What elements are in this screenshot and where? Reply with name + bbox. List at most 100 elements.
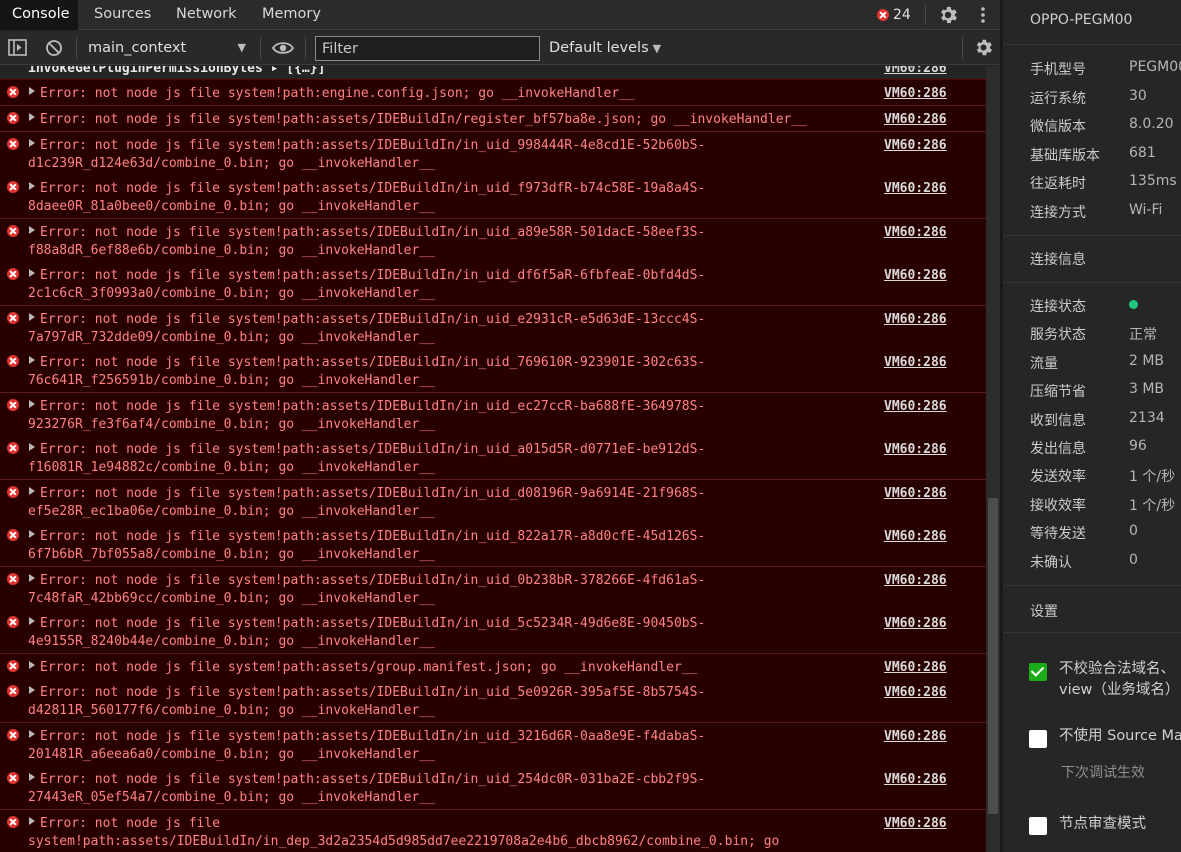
- error-message-line: Error: not node js file: [40, 816, 221, 831]
- error-message-line: 201481R_a6eea6a0/combine_0.bin; go __inv…: [28, 747, 435, 762]
- info-key: 运行系统: [1030, 90, 1086, 107]
- divider: [1003, 282, 1181, 283]
- console-pane: Console Sources Network Memory 24 main_c…: [0, 0, 1000, 852]
- error-message: Error: not node js file system!path:asse…: [0, 224, 880, 260]
- console-settings-gear-icon[interactable]: [973, 37, 994, 58]
- clear-console-icon[interactable]: [45, 39, 63, 57]
- source-link[interactable]: VM60:286: [884, 441, 947, 459]
- source-link[interactable]: VM60:286: [884, 728, 947, 746]
- source-link[interactable]: VM60:286: [884, 659, 947, 677]
- error-row: Error: not node js file system!path:asse…: [0, 132, 986, 176]
- source-link[interactable]: VM60:286: [884, 354, 947, 372]
- source-link[interactable]: VM60:286: [884, 771, 947, 789]
- source-link[interactable]: VM60:286: [884, 684, 947, 702]
- error-row: Error: not node js file system!path:asse…: [0, 723, 986, 767]
- source-link[interactable]: VM60:286: [884, 572, 947, 590]
- node-inspect-label: 节点审查模式: [1059, 816, 1146, 832]
- caret-down-icon: ▼: [237, 41, 246, 54]
- divider: [1003, 44, 1181, 45]
- error-message-line: ef5e28R_ec1ba06e/combine_0.bin; go __inv…: [28, 504, 435, 519]
- error-count: 24: [893, 7, 911, 23]
- info-key: 连接状态: [1030, 299, 1086, 315]
- info-key: 手机型号: [1030, 62, 1086, 78]
- error-row: Error: not node js file system!path:asse…: [0, 654, 986, 680]
- context-selector[interactable]: main_context ▼: [82, 36, 252, 60]
- divider: [1003, 235, 1181, 236]
- node-inspect-checkbox[interactable]: [1029, 817, 1047, 835]
- source-link[interactable]: VM60:286: [884, 528, 947, 546]
- source-link[interactable]: VM60:286: [884, 180, 947, 198]
- error-row: Error: not node js file system!path:asse…: [0, 480, 986, 524]
- error-message: Error: not node js file system!path:asse…: [0, 771, 880, 807]
- source-link[interactable]: VM60:286: [884, 66, 947, 76]
- option-line: 不校验合法域名、: [1059, 661, 1175, 677]
- error-message-line: 2c1c6cR_3f0993a0/combine_0.bin; go __inv…: [28, 286, 435, 301]
- info-value: 正常: [1129, 327, 1157, 344]
- filter-input[interactable]: [315, 36, 540, 61]
- info-key: 流量: [1030, 355, 1058, 372]
- source-link[interactable]: VM60:286: [884, 398, 947, 416]
- source-link[interactable]: VM60:286: [884, 267, 947, 285]
- error-message: Error: not node js file system!path:engi…: [0, 85, 880, 103]
- live-expression-eye-icon[interactable]: [272, 40, 294, 56]
- settings-header: 设置: [1030, 604, 1058, 620]
- error-message-line: Error: not node js file system!path:asse…: [40, 685, 706, 700]
- error-message-line: system!path:assets/IDEBuildIn/in_dep_3d2…: [28, 834, 780, 849]
- info-value: 0: [1129, 551, 1138, 568]
- panel-tab-bar: Console Sources Network Memory 24: [0, 0, 1000, 30]
- error-message-line: Error: not node js file system!path:asse…: [40, 138, 706, 153]
- settings-gear-icon[interactable]: [937, 4, 959, 26]
- no-source-map-hint: 下次调试生效: [1061, 765, 1145, 781]
- tab-network[interactable]: Network: [164, 0, 249, 30]
- error-message: Error: not node js file system!path:asse…: [0, 441, 880, 477]
- error-row: Error: not node js file system!path:asse…: [0, 262, 986, 306]
- context-value: main_context: [88, 40, 187, 56]
- divider: [1003, 585, 1181, 586]
- scrollbar-thumb[interactable]: [988, 498, 998, 814]
- error-message-line: 7a797dR_732dde09/combine_0.bin; go __inv…: [28, 330, 435, 345]
- source-link[interactable]: VM60:286: [884, 224, 947, 242]
- more-options-icon[interactable]: [976, 5, 990, 25]
- error-message: Error: not node js file system!path:asse…: [0, 137, 880, 173]
- error-message: Error: not node js file system!path:asse…: [0, 398, 880, 434]
- divider: [260, 37, 261, 59]
- source-link[interactable]: VM60:286: [884, 311, 947, 329]
- error-count-badge[interactable]: 24: [877, 5, 911, 25]
- error-message: Error: not node js file system!path:asse…: [0, 572, 880, 608]
- source-link[interactable]: VM60:286: [884, 111, 947, 129]
- source-link[interactable]: VM60:286: [884, 815, 947, 833]
- error-message-line: 27443eR_05ef54a7/combine_0.bin; go __inv…: [28, 790, 435, 805]
- info-value: 30: [1129, 87, 1147, 104]
- source-link[interactable]: VM60:286: [884, 615, 947, 633]
- divider: [962, 37, 963, 59]
- connection-status-dot: [1129, 300, 1138, 309]
- divider: [305, 37, 306, 59]
- error-message: Error: not node js file system!path:asse…: [0, 485, 880, 521]
- scrollbar[interactable]: [986, 66, 1000, 852]
- source-link[interactable]: VM60:286: [884, 137, 947, 155]
- tab-memory[interactable]: Memory: [250, 0, 333, 30]
- info-value: 135ms: [1129, 173, 1177, 190]
- no-source-map-checkbox[interactable]: [1029, 730, 1047, 748]
- info-key: 往返耗时: [1030, 176, 1086, 193]
- console-toolbar: main_context ▼ Default levels▼: [0, 31, 1000, 65]
- error-row: Error: not node js file system!path:asse…: [0, 393, 986, 437]
- info-key: 微信版本: [1030, 119, 1086, 136]
- source-link[interactable]: VM60:286: [884, 85, 947, 103]
- info-key: 接收效率: [1030, 497, 1086, 514]
- tab-console[interactable]: Console: [0, 0, 78, 30]
- error-row: Error: not node js file system!path:asse…: [0, 349, 986, 393]
- info-value: 8.0.20: [1129, 116, 1174, 133]
- log-levels-dropdown[interactable]: Default levels ▼: [549, 36, 661, 60]
- error-row: Error: not node js file system!path:asse…: [0, 219, 986, 263]
- error-message: Error: not node js file system!path:asse…: [0, 728, 880, 764]
- tab-sources[interactable]: Sources: [82, 0, 163, 30]
- option-line: view（业务域名）: [1059, 682, 1180, 698]
- show-sidebar-icon[interactable]: [8, 39, 27, 56]
- caret-down-icon: ▼: [652, 42, 662, 55]
- source-link[interactable]: VM60:286: [884, 485, 947, 503]
- skip-domain-check-checkbox[interactable]: [1029, 663, 1047, 681]
- error-message: Error: not node js file system!path:asse…: [0, 111, 880, 129]
- info-key: 未确认: [1030, 554, 1072, 571]
- error-message: Error: not node js file system!path:asse…: [0, 311, 880, 347]
